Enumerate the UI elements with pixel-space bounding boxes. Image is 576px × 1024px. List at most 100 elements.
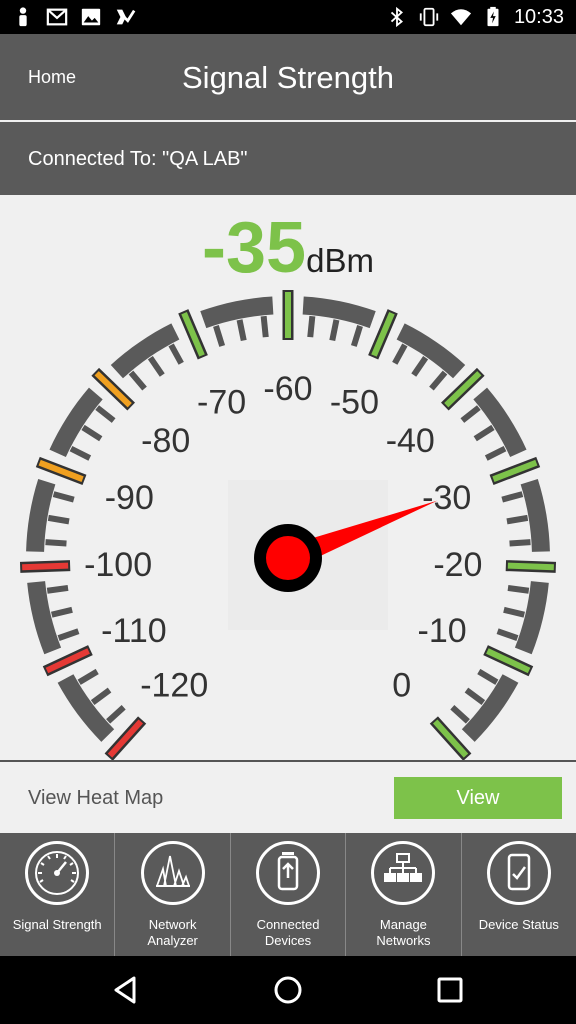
home-button[interactable]: Home (28, 34, 76, 120)
gauge-arc-segment (396, 323, 466, 379)
bottom-tab-bar: Signal Strength Network Analyzer Connect… (0, 833, 576, 956)
gauge-minor-tick (81, 424, 103, 442)
bluetooth-icon (390, 6, 403, 28)
gauge-tick-label: -10 (418, 612, 467, 650)
gauge-minor-tick (69, 445, 92, 461)
gauge-tick-label: -120 (140, 666, 208, 704)
signal-reading: -35dBm (0, 207, 576, 289)
gauge-minor-tick (350, 325, 363, 347)
tab-label: Connected Devices (256, 917, 320, 948)
gauge-arc-segment (57, 674, 115, 742)
signal-value: -35 (202, 208, 307, 288)
gauge-minor-tick (464, 687, 486, 705)
back-icon[interactable] (106, 970, 146, 1010)
gauge-minor-tick (51, 606, 73, 618)
gauge-major-tick (371, 311, 395, 357)
gauge-minor-tick (460, 405, 481, 423)
gauge-minor-tick (106, 705, 126, 724)
gauge-minor-tick (260, 315, 269, 338)
gauge-arc-segment (110, 323, 180, 379)
tab-connected-devices[interactable]: Connected Devices (231, 833, 347, 956)
spectrum-icon (155, 855, 190, 887)
signal-gauge: -120 -110 -100 -90 -80 -70 -60 -50 -40 -30 -20 -10 0… (0, 195, 576, 760)
gauge-hub-inner (266, 536, 310, 580)
home-icon[interactable] (268, 970, 308, 1010)
gauge-tick-label: -80 (141, 422, 190, 460)
gauge-minor-tick (477, 668, 499, 685)
gauge-minor-tick (411, 356, 429, 377)
gauge-minor-tick (503, 606, 525, 618)
gauge-major-tick (181, 311, 205, 357)
gauge-tick-label: -90 (105, 479, 154, 517)
gauge-tick-label: -50 (330, 384, 379, 422)
tab-signal-strength[interactable]: Signal Strength (0, 833, 116, 956)
tab-manage-networks[interactable]: Manage Networks (346, 833, 462, 956)
gauge-minor-tick (509, 539, 531, 547)
phone-upload-icon (277, 852, 299, 891)
gauge-minor-tick (95, 405, 116, 423)
tab-label: Device Status (478, 917, 559, 932)
gauge-minor-tick (392, 343, 408, 365)
signal-unit: dBm (306, 242, 374, 279)
status-bar-left (12, 4, 136, 30)
person-icon (19, 7, 27, 27)
gauge-major-tick (432, 719, 469, 758)
network-tree-icon (384, 853, 423, 882)
gauge-tick-label: -70 (197, 384, 246, 422)
view-heat-map-button[interactable]: View (394, 777, 562, 819)
gauge-minor-tick (168, 343, 184, 365)
gauge-major-tick (22, 562, 69, 571)
gauge-minor-tick (236, 319, 247, 342)
tab-label: Network Analyzer (147, 917, 198, 948)
battery-icon (487, 6, 499, 27)
gauge-major-tick (45, 648, 90, 674)
tab-label: Manage Networks (376, 917, 431, 948)
gauge-tick-label: -110 (101, 612, 167, 650)
gauge-minor-tick (329, 319, 340, 342)
gauge-minor-tick (507, 584, 530, 594)
gauge-minor-tick (47, 514, 70, 525)
gauge-minor-tick (501, 491, 524, 503)
gauge-minor-tick (484, 445, 507, 461)
gauge-tick-label: -40 (386, 422, 435, 460)
status-bar-right: 10:33 (386, 4, 564, 30)
phone-check-icon (507, 853, 531, 891)
gauge-minor-tick (496, 628, 519, 641)
gauge-tick-label: -30 (422, 479, 471, 517)
heat-map-row: View Heat Map View (0, 762, 576, 833)
gauge-major-tick (486, 648, 531, 674)
gauge-arc-segment (473, 387, 527, 458)
gauge-minor-tick (147, 356, 165, 377)
gauge-major-tick (107, 719, 144, 758)
gauge-arc-segment (49, 387, 103, 458)
gauge-tick-label: -60 (263, 370, 312, 408)
page-title: Signal Strength (182, 60, 394, 95)
recents-icon[interactable] (430, 970, 470, 1010)
app-bar: Signal Strength Home (0, 34, 576, 120)
gauge-major-tick (507, 562, 554, 571)
status-bar: 10:33 (0, 0, 576, 34)
gauge-minor-tick (57, 628, 80, 641)
tab-label: Signal Strength (12, 917, 102, 932)
wifi-icon (450, 9, 472, 26)
gauge-tick-label: 0 (392, 666, 411, 704)
gauge-minor-tick (213, 325, 226, 347)
gauge-minor-tick (473, 424, 495, 442)
clock: 10:33 (513, 5, 564, 28)
vibrate-icon (419, 7, 439, 27)
tab-device-status[interactable]: Device Status (462, 833, 576, 956)
check-tag-icon (116, 9, 136, 25)
image-icon (81, 8, 101, 26)
gauge-minor-tick (46, 584, 69, 594)
gauge-minor-tick (450, 705, 470, 724)
navigation-bar (0, 956, 576, 1024)
gauge-minor-tick (77, 668, 99, 685)
connection-status: Connected To: "QA LAB" (0, 122, 576, 195)
gauge-minor-tick (52, 491, 75, 503)
gauge-minor-tick (429, 370, 448, 391)
speedometer-icon (35, 851, 80, 895)
gmail-icon (46, 8, 68, 26)
tab-network-analyzer[interactable]: Network Analyzer (115, 833, 231, 956)
gauge-tick-label: -100 (84, 546, 152, 584)
gauge-minor-tick (506, 514, 529, 525)
